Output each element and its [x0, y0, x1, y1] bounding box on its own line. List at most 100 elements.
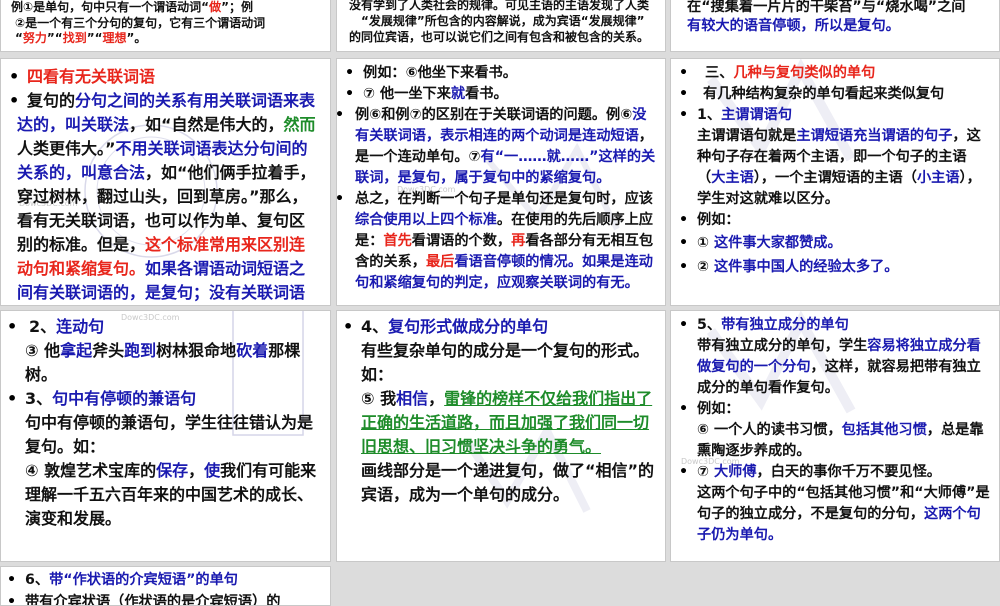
- text-run: 例①是单句，句中只有一个谓语动词“: [11, 0, 210, 14]
- text-run: 1、: [697, 107, 722, 123]
- bullet-dot: •: [9, 67, 20, 86]
- s7-desc-text: 带有介宾状语（作状语的是介宾短语）的: [25, 594, 281, 606]
- text-run: ④ 敦煌艺术宝库的: [25, 461, 157, 480]
- text-run: 3、: [25, 389, 53, 408]
- text-run: 主谓谓语句: [721, 107, 793, 123]
- s2-summary: •总之，在判断一个句子是单句还是复句时，应该综合使用以上四个标准。在使用的先后顺…: [337, 189, 657, 294]
- s3-top-line1: 在“搜集着一片片的干柴苔”与“烧水喝”之间: [687, 0, 993, 16]
- s5-example-5-text: ⑤ 我相信，雷锋的榜样不仅给我们指出了正确的生活道路，而且加强了我们同一切旧思想…: [361, 389, 652, 456]
- s4-item2-title: • 2、连动句: [7, 317, 105, 336]
- text-run: 做: [209, 0, 222, 14]
- s2-top-line1: 没有学到了人类社会的规律。可见主语的主语发现了人类历史的发展规律”，后面这些语言…: [349, 0, 659, 14]
- s4-example-3-text: ③ 他拿起斧头跑到树林狠命地砍着那棵树。: [25, 341, 300, 384]
- s1-top-line2: ②是一个有三个分句的复句，它有三个谓语动词: [15, 16, 330, 32]
- s2-top-line3: 的同位宾语，也可以说它们之间有包含和被包含的关系。: [349, 30, 659, 46]
- s4-example-3: •③ 他拿起斧头跑到树林狠命地砍着那棵树。: [7, 339, 320, 387]
- s3-intro-text: 有几种结构复杂的单句看起来类似复句: [697, 86, 944, 102]
- s4-item2-title-text: 2、连动句: [25, 317, 104, 336]
- s1-body: • 复句的分句之间的关系有用关联词语来表达的，叫关联法，如“自然是伟大的，然而人类…: [9, 89, 320, 305]
- s4-desc-text: 句中有停顿的兼语句，学生往往错认为是复句。如：: [25, 413, 313, 456]
- text-run: 包括其他习惯: [841, 422, 927, 438]
- s2-example-7: • ⑦ 他一坐下来就看书。: [345, 86, 508, 102]
- slide-mid-left: Dowc3DC.com • 四看有无关联词语 • 复句的分句之间的关系有用关联词语来…: [0, 58, 331, 306]
- text-run: 主谓谓语句就是: [697, 128, 797, 144]
- slide-mid-middle: Dowc3DC.com •例如：⑥他坐下来看书。 •⑦ 他一坐下来就看书。 •例…: [336, 58, 666, 306]
- text-run: 主谓短语充当谓语的句子: [796, 128, 953, 144]
- s1-body-text: 复句的分句之间的关系有用关联词语来表达的，叫关联法，如“自然是伟大的，然而人类更…: [17, 91, 316, 305]
- text-run: 综合使用以上四个标准: [355, 212, 497, 228]
- text-run: 句中有停顿的兼语句，学生往往错认为是复句。如：: [25, 413, 314, 456]
- s5-item4-title: • 4、复句形式做成分的单句: [343, 317, 549, 336]
- s4-example-4: •④ 敦煌艺术宝库的保存，使我们有可能来理解一千五六百年来的中国艺术的成长、演变…: [7, 459, 320, 531]
- text-run: 理想: [102, 31, 127, 45]
- slide-bottom-middle: •4、复句形式做成分的单句 •有些复杂单句的成分是一个复句的形式。如： •⑤ 我…: [336, 310, 666, 562]
- text-run: 复句形式做成分的单句: [388, 317, 549, 336]
- text-run: 砍着: [236, 341, 269, 360]
- text-run: 带“作状语的介宾短语”的单句: [49, 572, 238, 588]
- text-run: ⑦ 他一坐下来: [363, 86, 451, 102]
- text-run: 树林狠命地: [156, 341, 237, 360]
- s4-example-4-text: ④ 敦煌艺术宝库的保存，使我们有可能来理解一千五六百年来的中国艺术的成长、演变和…: [25, 461, 316, 528]
- s3-example-label-text: 例如：: [697, 212, 740, 228]
- s3-top-line2: 有较大的语音停顿，所以是复句。: [687, 16, 993, 36]
- text-run: ），一个主谓短语的主语（: [753, 170, 917, 186]
- text-run: 找到: [62, 31, 87, 45]
- bullet-dot: •: [9, 91, 20, 110]
- text-run: ⑤ 我: [361, 389, 397, 408]
- s1-top-line3: “努力”“找到”“理想”。: [15, 31, 330, 47]
- text-run: 人类更伟大。”: [17, 139, 116, 158]
- text-run: 拿起: [60, 341, 93, 360]
- text-run: ⑥ 一个人的读书习惯，: [697, 422, 842, 438]
- s6-item5-title-text: 5、带有独立成分的单句: [697, 317, 849, 333]
- s3-example-2-text: ② 这件事中国人的经验太多了。: [697, 259, 898, 275]
- text-run: 再: [511, 233, 526, 249]
- s3-item1-desc-text: 主谓谓语句就是主谓短语充当谓语的句子，这种句子存在着两个主语，即一个句子的主语（…: [697, 128, 981, 207]
- s4-item3-title: • 3、句中有停顿的兼语句: [7, 389, 197, 408]
- text-run: 带有介宾状语（作状语的是介宾短语）的: [25, 594, 281, 606]
- text-run: ，: [428, 389, 445, 408]
- text-run: 有些复杂单句的成分是一个复句的形式。如：: [361, 341, 650, 384]
- s2-example-6-text: 例如：⑥他坐下来看书。: [363, 65, 517, 81]
- slide-bottom-left: Dowc3DC.com •2、连动句 •③ 他拿起斧头跑到树林狠命地砍着那棵树。…: [0, 310, 331, 562]
- s3-item1-title: • 1、主谓谓语句: [679, 107, 793, 123]
- text-run: 句中有停顿的兼语句: [52, 389, 197, 408]
- s5-explain-text: 画线部分是一个递进复句，做了“相信”的宾语，成为一个单句的成分。: [361, 461, 654, 504]
- text-run: ”“: [46, 31, 63, 45]
- text-run: 四看有无关联词语: [27, 67, 156, 86]
- s3-example-1-text: ① 这件事大家都赞成。: [697, 235, 842, 251]
- s2-difference: •例⑥和例⑦的区别在于关联词语的问题。例⑥没有关联词语，表示相连的两个动词是连动…: [337, 105, 657, 189]
- s6-conclusion-text: 这两个句子中的“包括其他习惯”和“大师傅”是句子的独立成分，不是复句的分句，这两…: [697, 485, 990, 543]
- text-run: ，白天的事你千万不要见怪。: [756, 464, 941, 480]
- text-run: 小主语: [916, 170, 960, 186]
- s6-conclusion: •这两个句子中的“包括其他习惯”和“大师傅”是句子的独立成分，不是复句的分句，这…: [679, 483, 991, 546]
- text-run: 6、: [25, 572, 50, 588]
- s4-desc: •句中有停顿的兼语句，学生往往错认为是复句。如：: [7, 411, 320, 459]
- s3-heading-text: 三、几种与复句类似的单句: [697, 65, 875, 81]
- s3-example-2: • ② 这件事中国人的经验太多了。: [679, 259, 899, 275]
- text-run: 看谓语的个数，: [411, 233, 512, 249]
- s1-top-line1: 例①是单句，句中只有一个谓语动词“做”；例: [11, 0, 330, 16]
- text-run: 保存: [156, 461, 189, 480]
- text-run: ”；例: [221, 0, 253, 14]
- text-run: 没有学到了人类社会的规律。可见主语的主语发现了人类历史的发展规律”，后面这些语言…: [349, 0, 650, 14]
- text-run: 复句的: [27, 91, 76, 110]
- text-run: 4、: [361, 317, 389, 336]
- text-run: ，: [188, 461, 205, 480]
- text-run: ⑦: [697, 464, 714, 480]
- s3-intro: • 有几种结构复杂的单句看起来类似复句: [679, 86, 945, 102]
- s2-summary-text: 总之，在判断一个句子是单句还是复句时，应该综合使用以上四个标准。在使用的先后顺序…: [355, 191, 653, 291]
- s5-desc-text: 有些复杂单句的成分是一个复句的形式。如：: [361, 341, 649, 384]
- text-run: 有几种结构复杂的单句看起来类似复句: [703, 86, 945, 102]
- text-run: 看书。: [465, 86, 508, 102]
- s5-example-5: •⑤ 我相信，雷锋的榜样不仅给我们指出了正确的生活道路，而且加强了我们同一切旧思…: [343, 387, 657, 459]
- s6-example-7: • ⑦ 大师傅，白天的事你千万不要见怪。: [679, 464, 941, 480]
- text-run: 例⑥和例⑦的区别在于关联词语的问题。例⑥: [355, 107, 633, 123]
- s6-example-7-text: ⑦ 大师傅，白天的事你千万不要见怪。: [697, 464, 941, 480]
- text-run: ②: [697, 259, 714, 275]
- s6-example-label: • 例如：: [679, 401, 740, 417]
- s2-top-line2: “发展规律”所包含的内容解说，成为宾语“发展规律”: [349, 14, 659, 30]
- s6-desc: •带有独立成分的单句，学生容易将独立成分看做复句的一个分句，这样，就容易把带有独…: [679, 336, 991, 399]
- text-run: 总之，在判断一个句子是单句还是复句时，应该: [355, 191, 653, 207]
- s6-example-6: •⑥ 一个人的读书习惯，包括其他习惯，总是靠熏陶逐步养成的。: [679, 420, 991, 462]
- slide-top-left: 例①是单句，句中只有一个谓语动词“做”；例 ②是一个有三个分句的复句，它有三个谓…: [0, 0, 331, 52]
